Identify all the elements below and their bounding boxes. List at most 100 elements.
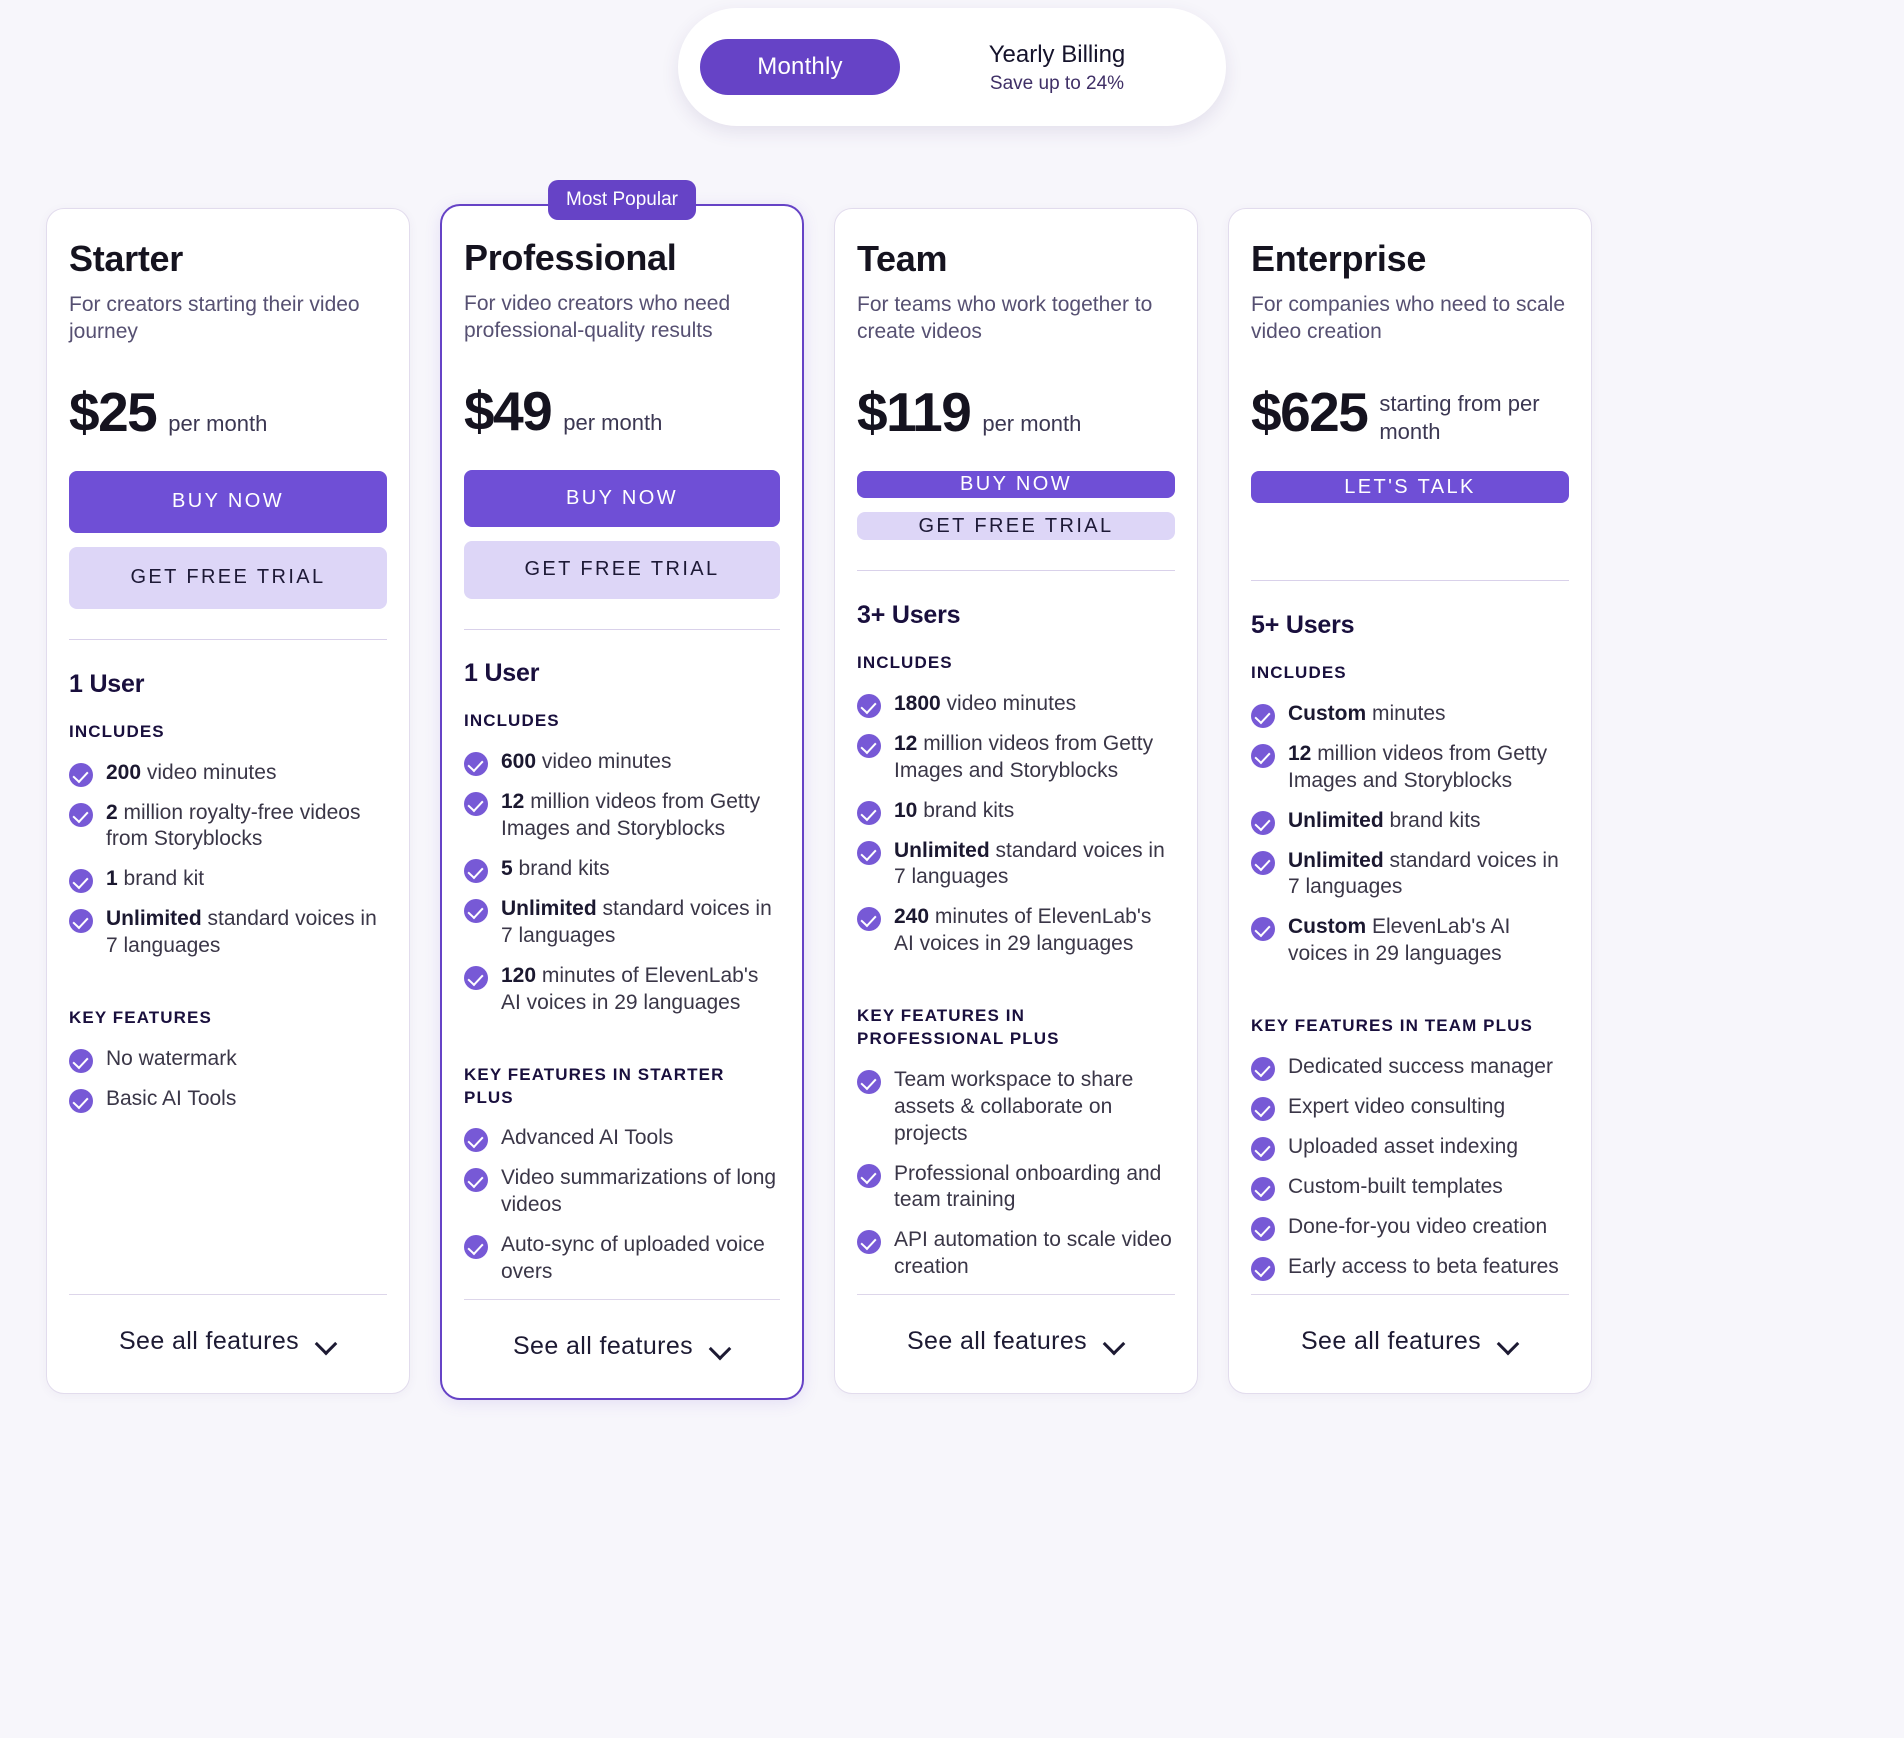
see-all-features-toggle[interactable]: See all features	[464, 1300, 780, 1392]
check-circle-icon	[1251, 810, 1275, 835]
includes-item-highlight: 12	[501, 790, 525, 814]
key-feature-text: Dedicated success manager	[1288, 1055, 1553, 1078]
key-feature-text: Early access to beta features	[1288, 1255, 1559, 1278]
key-feature-text: Basic AI Tools	[106, 1086, 237, 1110]
card-divider	[464, 628, 780, 630]
list-item: 12 million videos from Getty Images and …	[857, 731, 1175, 785]
list-item: Team workspace to share assets & collabo…	[857, 1067, 1175, 1148]
check-circle-icon	[857, 1163, 881, 1188]
key-feature-text: Expert video consulting	[1288, 1095, 1506, 1118]
see-all-features-toggle[interactable]: See all features	[857, 1295, 1175, 1387]
includes-item-text: 2 million royalty-free videos from Story…	[106, 800, 387, 854]
list-item: 12 million videos from Getty Images and …	[464, 789, 780, 843]
includes-item-text: 12 million videos from Getty Images and …	[894, 731, 1175, 785]
includes-item-highlight: Unlimited	[894, 838, 990, 862]
check-circle-icon	[69, 869, 93, 894]
billing-toggle[interactable]: Monthly Yearly Billing Save up to 24%	[678, 8, 1226, 126]
plan-price: $25	[69, 380, 158, 443]
plan-seat-count: 1 User	[69, 669, 145, 698]
list-item: Early access to beta features	[1251, 1254, 1569, 1281]
check-circle-icon	[69, 1088, 93, 1113]
plan-price-row: $119 per month	[857, 384, 1175, 447]
check-circle-icon	[857, 800, 881, 825]
includes-item-rest: minutes of ElevenLab's AI voices in 29 l…	[501, 963, 759, 1014]
includes-item-text: Custom minutes	[1288, 701, 1446, 728]
check-circle-icon	[464, 859, 488, 884]
billing-toggle-savings-note: Save up to 24%	[989, 72, 1125, 94]
check-circle-icon	[857, 907, 881, 932]
check-circle-icon	[464, 1128, 488, 1153]
includes-item-text: 12 million videos from Getty Images and …	[1288, 741, 1569, 795]
check-circle-icon	[857, 840, 881, 865]
check-circle-icon	[1251, 1257, 1275, 1281]
key-feature-text: Advanced AI Tools	[501, 1126, 674, 1150]
check-circle-icon	[464, 792, 488, 817]
plan-price-row: $25 per month	[69, 380, 387, 447]
pricing-card-professional: Most Popular Professional For video creato…	[440, 180, 804, 1400]
check-circle-icon	[1251, 1057, 1275, 1081]
check-circle-icon	[69, 1048, 93, 1073]
includes-item-text: Unlimited standard voices in 7 languages	[106, 906, 387, 960]
cta-spacer	[1251, 517, 1569, 550]
list-item: 120 minutes of ElevenLab's AI voices in …	[464, 963, 780, 1017]
billing-toggle-yearly[interactable]: Yearly Billing Save up to 24%	[900, 40, 1204, 95]
check-circle-icon	[69, 909, 93, 934]
includes-item-rest: million videos from Getty Images and Sto…	[1288, 741, 1548, 792]
key-features-list: Advanced AI Tools Video summarizations of…	[464, 1125, 780, 1299]
list-item: Unlimited standard voices in 7 languages	[69, 906, 387, 960]
includes-list: Custom minutes 12 million videos from Get…	[1251, 701, 1569, 981]
check-circle-icon	[1251, 1177, 1275, 1201]
plan-price-unit: per month	[563, 409, 663, 435]
list-item: Done-for-you video creation	[1251, 1214, 1569, 1241]
list-item: Advanced AI Tools	[464, 1125, 780, 1153]
check-circle-icon	[69, 762, 93, 787]
see-all-features-toggle[interactable]: See all features	[1251, 1295, 1569, 1387]
plan-primary-cta[interactable]: BUY NOW	[857, 470, 1175, 499]
plan-secondary-cta[interactable]: GET FREE TRIAL	[69, 546, 387, 609]
key-feature-text: No watermark	[106, 1046, 237, 1070]
key-features-list: Dedicated success manager Expert video co…	[1251, 1054, 1569, 1294]
includes-item-highlight: 12	[894, 731, 918, 755]
plan-primary-cta[interactable]: BUY NOW	[464, 469, 780, 528]
list-item: 200 video minutes	[69, 760, 387, 787]
check-circle-icon	[857, 693, 881, 718]
key-feature-text: Professional onboarding and team trainin…	[894, 1161, 1162, 1212]
includes-item-rest: brand kits	[917, 798, 1015, 822]
card-footer: See all features	[857, 1294, 1175, 1393]
includes-item-text: Unlimited brand kits	[1288, 808, 1481, 835]
chevron-down-icon	[317, 1336, 337, 1347]
includes-item-text: Custom ElevenLab's AI voices in 29 langu…	[1288, 914, 1569, 968]
includes-item-highlight: 1	[106, 867, 118, 891]
check-circle-icon	[1251, 703, 1275, 728]
list-item: 12 million videos from Getty Images and …	[1251, 741, 1569, 795]
pricing-card-enterprise: Enterprise For companies who need to scal…	[1228, 208, 1592, 1394]
key-feature-text: Custom-built templates	[1288, 1175, 1503, 1198]
includes-item-text: 600 video minutes	[501, 749, 671, 776]
list-item: 1800 video minutes	[857, 691, 1175, 718]
pricing-card-starter: Starter For creators starting their video…	[46, 208, 410, 1394]
billing-toggle-monthly[interactable]: Monthly	[700, 39, 900, 95]
includes-item-highlight: Custom	[1288, 701, 1367, 725]
includes-item-rest: video minutes	[940, 691, 1077, 715]
plan-description: For companies who need to scale video cr…	[1251, 292, 1566, 344]
plan-primary-cta[interactable]: BUY NOW	[69, 470, 387, 533]
check-circle-icon	[1251, 917, 1275, 942]
plan-secondary-cta[interactable]: GET FREE TRIAL	[464, 541, 780, 599]
includes-list: 200 video minutes 2 million royalty-free …	[69, 760, 387, 974]
includes-item-highlight: Unlimited	[1288, 808, 1384, 832]
pricing-card-team: Team For teams who work together to creat…	[834, 208, 1198, 1394]
includes-item-rest: minutes	[1366, 701, 1446, 725]
includes-item-highlight: 1800	[894, 691, 941, 715]
key-feature-text: API automation to scale video creation	[894, 1228, 1172, 1279]
includes-item-text: 200 video minutes	[106, 760, 276, 787]
includes-item-highlight: 120	[501, 963, 537, 987]
includes-item-rest: video minutes	[536, 750, 672, 774]
includes-label: INCLUDES	[69, 721, 165, 741]
plan-secondary-cta[interactable]: GET FREE TRIAL	[857, 512, 1175, 541]
card-footer: See all features	[1251, 1294, 1569, 1393]
see-all-features-toggle[interactable]: See all features	[69, 1295, 387, 1387]
key-feature-text: Done-for-you video creation	[1288, 1215, 1548, 1238]
check-circle-icon	[857, 733, 881, 758]
includes-item-rest: minutes of ElevenLab's AI voices in 29 l…	[894, 905, 1152, 956]
plan-primary-cta[interactable]: LET'S TALK	[1251, 470, 1569, 504]
